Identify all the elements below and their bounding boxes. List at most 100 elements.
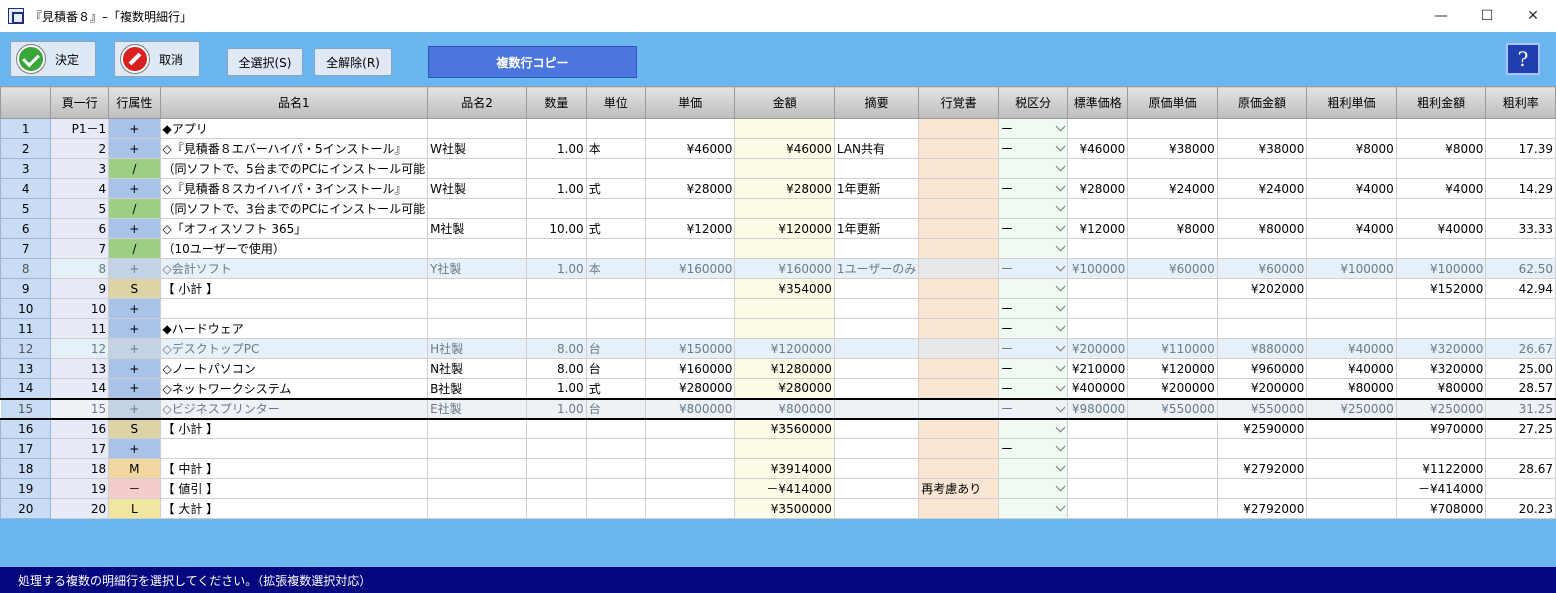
table-row[interactable]: 15 15 + ◇ビジネスプリンター E社製 1.00 台 ¥800000 ¥800000 ー ¥9… [0,397,1556,420]
tax-category-cell[interactable]: ー [998,218,1069,239]
page-line-cell[interactable]: 12 [50,338,110,359]
item-name1-cell[interactable]: ◇『見積番８エバーハイパ・5インストール』 [159,138,429,159]
gross-profit-amount-cell[interactable]: －¥414000 [1395,478,1487,499]
gross-profit-amount-cell[interactable] [1395,198,1487,219]
gross-profit-unit-cell[interactable] [1306,198,1397,219]
row-number[interactable]: 4 [0,178,52,199]
item-name2-cell[interactable] [427,418,528,439]
unit-cell[interactable] [585,498,646,519]
row-memo-cell[interactable]: 再考慮あり [918,478,1000,499]
tax-category-cell[interactable]: ー [998,378,1069,399]
amount-cell[interactable]: ¥354000 [734,278,835,299]
page-line-cell[interactable]: 4 [50,178,110,199]
gross-profit-rate-cell[interactable] [1485,198,1556,219]
column-header[interactable]: 頁一行 [50,86,110,119]
quantity-cell[interactable] [526,478,587,499]
unit-cell[interactable]: 台 [585,397,646,420]
amount-cell[interactable]: ¥800000 [734,397,835,420]
item-name1-cell[interactable]: （10ユーザーで使用） [159,238,429,259]
row-attribute-cell[interactable]: + [108,298,161,319]
chevron-down-icon[interactable] [1055,281,1066,292]
cost-amount-cell[interactable] [1216,318,1308,339]
quantity-cell[interactable]: 1.00 [526,138,587,159]
unit-cell[interactable]: 本 [585,258,646,279]
gross-profit-rate-cell[interactable]: 27.25 [1485,418,1556,439]
row-number[interactable]: 14 [0,378,52,399]
standard-price-cell[interactable]: ¥980000 [1067,397,1129,420]
gross-profit-unit-cell[interactable] [1306,318,1397,339]
gross-profit-rate-cell[interactable]: 26.67 [1485,338,1556,359]
row-memo-cell[interactable] [918,158,1000,179]
unit-price-cell[interactable] [644,318,736,339]
tax-category-cell[interactable] [998,238,1069,259]
item-name1-cell[interactable]: ◇会計ソフト [159,258,429,279]
row-attribute-cell[interactable]: － [108,478,161,499]
row-number[interactable]: 1 [0,118,52,139]
item-name2-cell[interactable]: E社製 [427,397,528,420]
amount-cell[interactable] [734,438,835,459]
gross-profit-amount-cell[interactable]: ¥40000 [1395,218,1487,239]
cost-unit-cell[interactable] [1127,458,1218,479]
column-header[interactable]: 粗利金額 [1395,86,1487,119]
standard-price-cell[interactable] [1067,418,1129,439]
gross-profit-rate-cell[interactable] [1485,438,1556,459]
quantity-cell[interactable] [526,458,587,479]
item-name2-cell[interactable] [427,118,528,139]
unit-price-cell[interactable] [644,478,736,499]
gross-profit-unit-cell[interactable] [1306,158,1397,179]
gross-profit-unit-cell[interactable] [1306,458,1397,479]
summary-cell[interactable] [833,278,920,299]
summary-cell[interactable] [833,318,920,339]
amount-cell[interactable] [734,318,835,339]
unit-cell[interactable] [585,298,646,319]
page-line-cell[interactable]: 20 [50,498,110,519]
deselect-all-button[interactable]: 全解除(R) [314,48,392,76]
cost-unit-cell[interactable] [1127,118,1218,139]
cost-unit-cell[interactable]: ¥60000 [1127,258,1218,279]
row-attribute-cell[interactable]: S [108,278,161,299]
gross-profit-amount-cell[interactable]: ¥320000 [1395,338,1487,359]
gross-profit-rate-cell[interactable]: 31.25 [1485,397,1556,420]
row-number[interactable]: 6 [0,218,52,239]
chevron-down-icon[interactable] [1055,461,1066,472]
table-row[interactable]: 4 4 + ◇『見積番８スカイハイパ・3インストール』 W社製 1.00 式 ¥28000 ¥2… [0,178,1556,199]
chevron-down-icon[interactable] [1055,402,1066,412]
standard-price-cell[interactable] [1067,318,1129,339]
tax-category-cell[interactable]: ー [998,338,1069,359]
copy-rows-button[interactable]: 複数行コピー [428,46,637,78]
cost-amount-cell[interactable] [1216,238,1308,259]
cost-amount-cell[interactable] [1216,198,1308,219]
gross-profit-amount-cell[interactable] [1395,118,1487,139]
row-attribute-cell[interactable]: + [108,318,161,339]
cost-amount-cell[interactable]: ¥2792000 [1216,458,1308,479]
column-header[interactable]: 金額 [734,86,835,119]
gross-profit-unit-cell[interactable]: ¥250000 [1306,397,1397,420]
chevron-down-icon[interactable] [1055,201,1066,212]
unit-cell[interactable] [585,478,646,499]
table-row[interactable]: 17 17 + ー [0,438,1556,459]
item-name2-cell[interactable] [427,278,528,299]
table-row[interactable]: 5 5 / （同ソフトで、3台までのPCにインストール可能 [0,198,1556,219]
cost-amount-cell[interactable]: ¥550000 [1216,397,1308,420]
gross-profit-unit-cell[interactable] [1306,298,1397,319]
standard-price-cell[interactable] [1067,118,1129,139]
row-attribute-cell[interactable]: + [108,338,161,359]
summary-cell[interactable] [833,238,920,259]
page-line-cell[interactable]: 7 [50,238,110,259]
standard-price-cell[interactable]: ¥210000 [1067,358,1129,379]
page-line-cell[interactable]: P1－1 [50,118,110,139]
gross-profit-amount-cell[interactable]: ¥250000 [1395,397,1487,420]
unit-price-cell[interactable] [644,418,736,439]
row-memo-cell[interactable] [918,278,1000,299]
row-memo-cell[interactable] [918,178,1000,199]
unit-cell[interactable]: 台 [585,338,646,359]
item-name1-cell[interactable]: ◇「オフィスソフト 365」 [159,218,429,239]
cost-amount-cell[interactable]: ¥80000 [1216,218,1308,239]
unit-price-cell[interactable]: ¥160000 [644,258,736,279]
summary-cell[interactable]: LAN共有 [833,138,920,159]
chevron-down-icon[interactable] [1055,341,1066,352]
gross-profit-unit-cell[interactable] [1306,238,1397,259]
unit-cell[interactable] [585,438,646,459]
unit-cell[interactable] [585,278,646,299]
row-attribute-cell[interactable]: + [108,258,161,279]
